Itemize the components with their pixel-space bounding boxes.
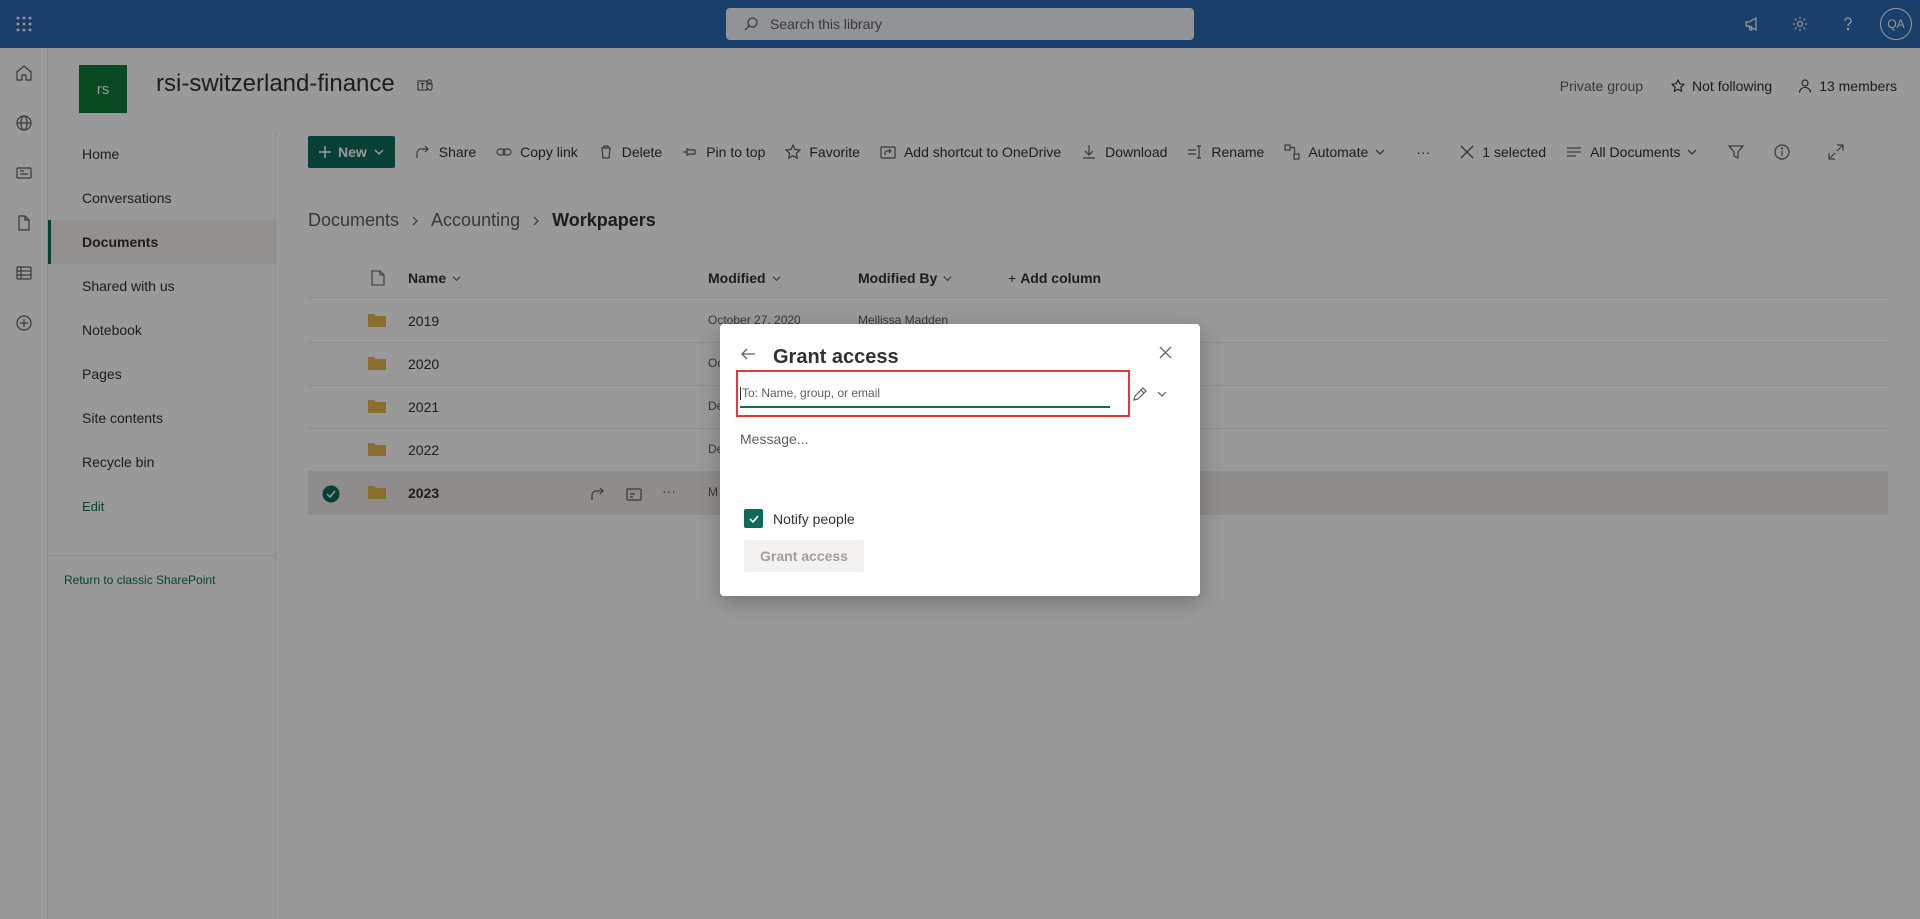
dialog-title: Grant access — [773, 346, 899, 368]
notify-people-checkbox[interactable]: Notify people — [744, 509, 855, 528]
back-arrow-icon[interactable] — [740, 346, 756, 362]
permission-dropdown[interactable] — [1132, 386, 1168, 402]
checkbox-checked-icon[interactable] — [744, 509, 763, 528]
recipient-input[interactable]: To: Name, group, or email — [740, 376, 1110, 408]
message-field[interactable]: Message... — [740, 431, 808, 447]
grant-access-button[interactable]: Grant access — [744, 540, 864, 572]
grant-access-dialog: Grant access To: Name, group, or email M… — [720, 324, 1200, 596]
pencil-icon — [1133, 387, 1147, 401]
text-cursor — [740, 387, 741, 401]
notify-label: Notify people — [773, 510, 855, 527]
close-icon[interactable] — [1159, 346, 1172, 359]
recipient-placeholder: To: Name, group, or email — [742, 386, 881, 400]
chevron-down-icon — [1157, 391, 1167, 397]
